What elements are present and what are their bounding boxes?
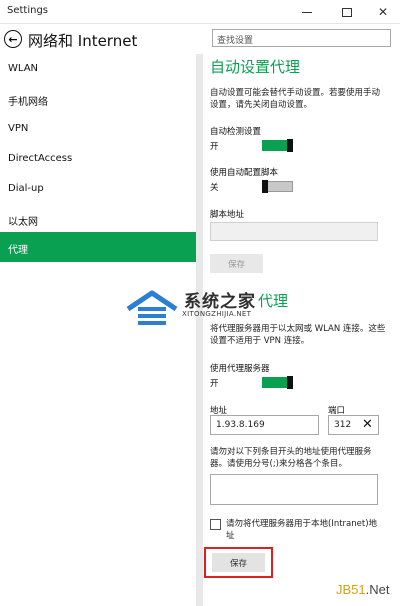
use-script-label: 使用自动配置脚本 bbox=[210, 168, 279, 178]
address-input[interactable]: 1.93.8.169 bbox=[210, 415, 319, 435]
use-script-state: 关 bbox=[210, 183, 219, 193]
maximize-icon bbox=[342, 7, 352, 17]
auto-proxy-title: 自动设置代理 bbox=[210, 58, 301, 76]
sidebar-item-ethernet[interactable]: 以太网 bbox=[0, 204, 196, 234]
back-arrow-icon: ← bbox=[8, 32, 18, 46]
site-logo-suffix: .Net bbox=[365, 582, 390, 597]
clear-port-icon[interactable]: ✕ bbox=[362, 417, 373, 432]
sidebar-item-proxy[interactable]: 代理 bbox=[0, 232, 196, 262]
auto-detect-label: 自动检测设置 bbox=[210, 127, 262, 137]
watermark-brand: 系统之家 bbox=[184, 292, 256, 312]
content-scrollbar[interactable] bbox=[196, 54, 203, 606]
sidebar-item-wlan[interactable]: WLAN bbox=[0, 54, 196, 84]
watermark-logo bbox=[126, 290, 178, 325]
site-watermark-logo: JB51.Net bbox=[336, 582, 389, 597]
close-button[interactable]: ✕ bbox=[366, 0, 400, 24]
script-address-label: 脚本地址 bbox=[210, 210, 245, 220]
watermark-url: XITONGZHIJIA.NET bbox=[182, 310, 252, 318]
toggle-knob bbox=[287, 376, 293, 389]
minimize-button[interactable] bbox=[290, 0, 324, 24]
auto-detect-state: 开 bbox=[210, 142, 219, 152]
minimize-icon bbox=[302, 11, 312, 13]
use-proxy-state: 开 bbox=[210, 379, 219, 389]
manual-proxy-save-button[interactable]: 保存 bbox=[212, 553, 265, 572]
page-title: 网络和 Internet bbox=[28, 32, 138, 50]
bypass-local-label: 请勿将代理服务器用于本地(Intranet)地址 bbox=[226, 519, 378, 541]
auto-proxy-save-button[interactable]: 保存 bbox=[210, 254, 263, 273]
manual-proxy-description: 将代理服务器用于以太网或 WLAN 连接。这些设置不适用于 VPN 连接。 bbox=[210, 324, 386, 346]
close-icon: ✕ bbox=[377, 5, 389, 19]
manual-proxy-title: 代理 bbox=[258, 292, 289, 310]
site-logo-main: JB51 bbox=[336, 582, 366, 597]
auto-detect-toggle[interactable] bbox=[262, 139, 293, 152]
sidebar-item-directaccess[interactable]: DirectAccess bbox=[0, 144, 196, 174]
exceptions-input[interactable] bbox=[210, 474, 378, 505]
back-button[interactable]: ← bbox=[4, 30, 22, 48]
toggle-knob bbox=[287, 139, 293, 152]
use-proxy-toggle[interactable] bbox=[262, 376, 293, 389]
window-title-bar: Settings ✕ bbox=[0, 0, 400, 24]
auto-proxy-description: 自动设置可能会替代手动设置。若要使用手动设置，请先关闭自动设置。 bbox=[210, 88, 381, 110]
sidebar-item-mobile-network[interactable]: 手机网络 bbox=[0, 84, 196, 114]
toggle-knob bbox=[262, 180, 268, 193]
use-proxy-label: 使用代理服务器 bbox=[210, 364, 270, 374]
maximize-button[interactable] bbox=[330, 0, 364, 24]
sidebar: WLAN 手机网络 VPN DirectAccess Dial-up 以太网 代… bbox=[0, 54, 196, 606]
sidebar-item-dial-up[interactable]: Dial-up bbox=[0, 174, 196, 204]
use-script-toggle[interactable] bbox=[262, 180, 293, 193]
search-input[interactable]: 查找设置 bbox=[212, 29, 391, 47]
window-title: Settings bbox=[7, 5, 49, 16]
sidebar-item-vpn[interactable]: VPN bbox=[0, 114, 196, 144]
exceptions-label: 请勿对以下列条目开头的地址使用代理服务器。请使用分号(;)来分格各个条目。 bbox=[210, 447, 372, 469]
script-address-input[interactable] bbox=[210, 222, 378, 241]
bypass-local-checkbox[interactable] bbox=[210, 519, 221, 530]
